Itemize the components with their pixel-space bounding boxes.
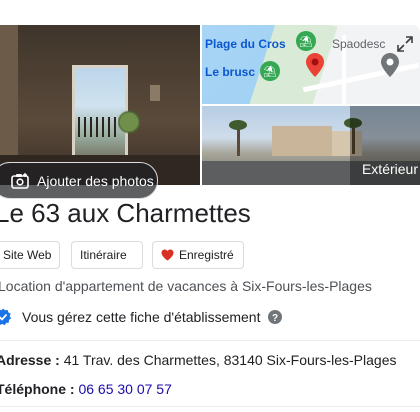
save-button[interactable]: Enregistré (152, 241, 244, 269)
add-photos-button[interactable]: Ajouter des photos (0, 162, 158, 199)
beach-poi-icon[interactable]: ⛱ (260, 61, 280, 81)
website-label: Site Web (3, 248, 52, 262)
location-marker-icon (381, 53, 399, 77)
address-value[interactable]: 41 Trav. des Charmettes, 83140 Six-Fours… (64, 352, 397, 368)
photo-wall-frame (150, 85, 160, 101)
phone-link[interactable]: 06 65 30 07 57 (78, 381, 171, 397)
heart-icon (161, 249, 174, 261)
map-thumbnail[interactable]: Plage du Cros ⛱ Le brusc ⛱ Spaodesc (202, 25, 420, 104)
save-label: Enregistré (179, 248, 234, 262)
photo-building (272, 126, 332, 156)
verified-check-icon (0, 308, 11, 326)
help-circle-icon[interactable]: ? (268, 310, 283, 324)
interior-photo[interactable] (0, 25, 200, 185)
svg-text:?: ? (272, 313, 278, 324)
address-row: Adresse : 41 Trav. des Charmettes, 83140… (0, 352, 396, 368)
phone-row: Téléphone : 06 65 30 07 57 (0, 381, 172, 397)
directions-label: Itinéraire (80, 248, 127, 262)
directions-button[interactable]: Itinéraire (71, 241, 143, 269)
photo-balcony-rail (78, 117, 118, 137)
verified-owner-row: Vous gérez cette fiche d'établissement ? (0, 308, 283, 326)
business-title: Le 63 aux Charmettes (0, 198, 251, 228)
verified-text: Vous gérez cette fiche d'établissement (22, 309, 261, 325)
map-label-plage-du-cros: Plage du Cros (205, 37, 286, 51)
add-photos-label: Ajouter des photos (37, 172, 154, 189)
website-button[interactable]: Site Web (0, 241, 60, 269)
section-divider (0, 406, 420, 407)
map-pin-icon (306, 53, 324, 77)
expand-icon[interactable] (396, 35, 414, 53)
camera-plus-icon (11, 172, 29, 189)
phone-key: Téléphone : (0, 381, 75, 397)
section-divider (0, 340, 420, 341)
photo-plant (118, 110, 140, 150)
address-key: Adresse : (0, 352, 60, 368)
exterior-label: Extérieur (361, 161, 418, 177)
exterior-photo[interactable]: Extérieur (202, 106, 420, 185)
photo-palm (229, 120, 247, 156)
photo-gallery: Ajouter des photos Plage du Cros ⛱ Le br… (0, 25, 420, 199)
map-label-le-brusc: Le brusc (205, 65, 256, 79)
map-label-spaodes: Spaodesc (332, 37, 386, 51)
business-category: Location d'appartement de vacances à Six… (0, 278, 372, 294)
beach-poi-icon[interactable]: ⛱ (296, 31, 316, 51)
